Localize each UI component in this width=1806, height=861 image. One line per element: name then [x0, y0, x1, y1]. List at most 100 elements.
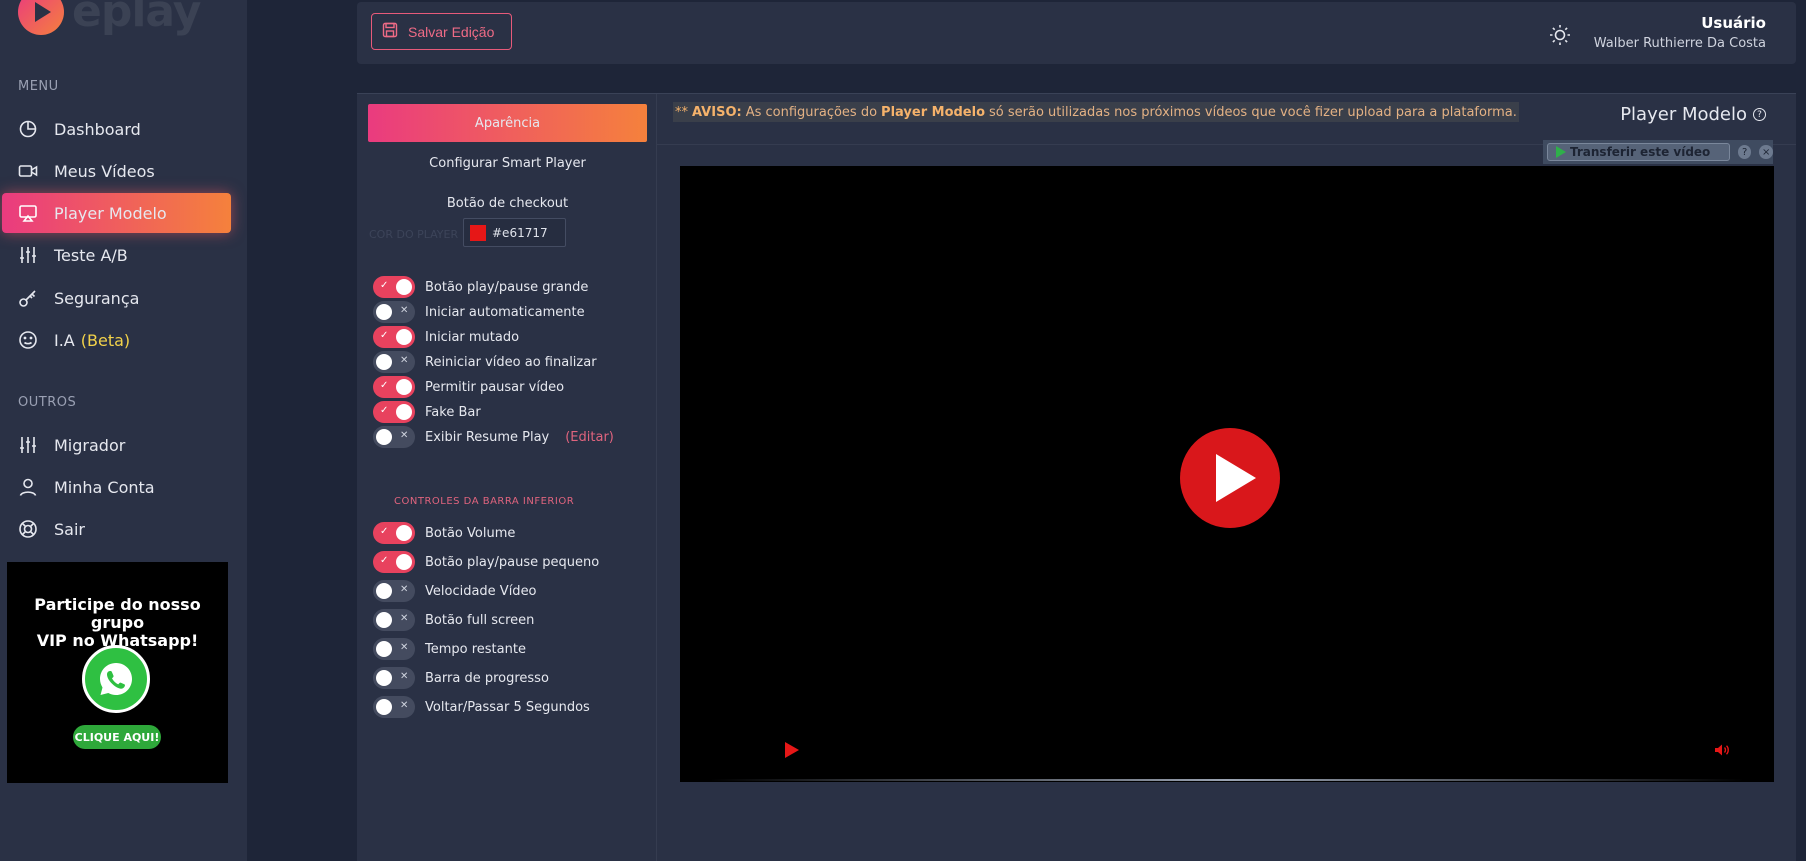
whatsapp-promo-banner[interactable]: Participe do nosso grupo VIP no Whatsapp… — [7, 562, 228, 783]
question-icon[interactable]: ? — [1737, 145, 1752, 159]
toggle-switch[interactable]: ✓ — [373, 326, 415, 348]
sidebar-item-label: Meus Vídeos — [54, 161, 155, 181]
toggle-label: Iniciar mutado — [425, 329, 520, 345]
sidebar-item-migrador[interactable]: Migrador — [2, 425, 231, 465]
toggle-switch[interactable]: ✕ — [373, 301, 415, 323]
sidebar-item-teste-ab[interactable]: Teste A/B — [2, 235, 231, 275]
sidebar-item-label: Player Modelo — [54, 203, 167, 223]
bottom-controls-heading: CONTROLES DA BARRA INFERIOR — [394, 496, 575, 507]
toggle-switch[interactable]: ✕ — [373, 696, 415, 718]
toggle-switch[interactable]: ✓ — [373, 522, 415, 544]
save-edit-button[interactable]: Salvar Edição — [371, 13, 512, 50]
toggle-label: Botão play/pause grande — [425, 279, 589, 295]
big-play-button[interactable] — [1180, 428, 1280, 528]
toggle-row: ✓ Botão play/pause grande — [373, 276, 588, 298]
toggle-knob — [376, 583, 392, 599]
toggle-row: ✕ Exibir Resume Play (Editar) — [373, 426, 614, 448]
tab-botao-checkout[interactable]: Botão de checkout — [368, 184, 647, 222]
toggle-switch[interactable]: ✕ — [373, 426, 415, 448]
video-player[interactable] — [680, 166, 1774, 782]
toggle-row: ✕ Iniciar automaticamente — [373, 301, 585, 323]
toggle-label: Reiniciar vídeo ao finalizar — [425, 354, 597, 370]
pie-chart-icon — [18, 119, 38, 139]
x-icon: ✕ — [400, 700, 409, 711]
player-color-picker[interactable]: #e61717 — [463, 218, 566, 247]
x-icon: ✕ — [400, 355, 409, 366]
x-icon: ✕ — [400, 430, 409, 441]
notice-text-end: só serão utilizadas nos próximos vídeos … — [989, 104, 1517, 120]
toggle-knob — [376, 354, 392, 370]
toggle-switch[interactable]: ✕ — [373, 667, 415, 689]
notice-prefix: ** — [675, 104, 688, 120]
toggle-switch[interactable]: ✓ — [373, 551, 415, 573]
toggle-switch[interactable]: ✕ — [373, 609, 415, 631]
x-icon: ✕ — [400, 671, 409, 682]
sun-icon[interactable] — [1549, 24, 1571, 46]
promo-title: Participe do nosso grupo VIP no Whatsapp… — [7, 596, 228, 650]
user-menu[interactable]: Usuário Walber Ruthierre Da Costa — [1594, 14, 1766, 51]
logo-icon — [18, 0, 64, 35]
whatsapp-icon — [82, 645, 150, 713]
toggle-knob — [376, 670, 392, 686]
help-icon[interactable]: ? — [1753, 108, 1766, 121]
toggle-row: ✓ Iniciar mutado — [373, 326, 519, 348]
toggle-switch[interactable]: ✕ — [373, 638, 415, 660]
sidebar-item-sair[interactable]: Sair — [2, 509, 231, 549]
x-icon: ✕ — [400, 305, 409, 316]
sidebar-item-label: Migrador — [54, 435, 126, 455]
player-model-panel: Aparência Configurar Smart Player Botão … — [357, 93, 1796, 861]
toggle-knob — [396, 554, 412, 570]
progress-bar[interactable] — [710, 779, 1744, 781]
check-icon: ✓ — [380, 380, 389, 391]
sidebar-item-dashboard[interactable]: Dashboard — [2, 109, 231, 149]
video-camera-icon — [18, 161, 38, 181]
sidebar-item-label: Teste A/B — [54, 245, 128, 265]
sidebar-item-label: Minha Conta — [54, 477, 155, 497]
toggle-label: Tempo restante — [425, 641, 526, 657]
toggle-row: ✕ Botão full screen — [373, 609, 534, 631]
check-icon: ✓ — [380, 555, 389, 566]
toggle-label: Permitir pausar vídeo — [425, 379, 565, 395]
toggle-switch[interactable]: ✓ — [373, 376, 415, 398]
promo-cta-button[interactable]: CLIQUE AQUI! — [73, 725, 161, 749]
tab-configurar-smart-player[interactable]: Configurar Smart Player — [368, 144, 647, 182]
settings-column: Aparência Configurar Smart Player Botão … — [357, 94, 657, 861]
toggle-switch[interactable]: ✕ — [373, 580, 415, 602]
transfer-video-button[interactable]: Transferir este vídeo — [1547, 143, 1730, 161]
toggle-row: ✕ Reiniciar vídeo ao finalizar — [373, 351, 597, 373]
sidebar-item-player-modelo[interactable]: Player Modelo — [2, 193, 231, 233]
volume-icon[interactable] — [1713, 741, 1731, 759]
save-icon — [382, 22, 398, 41]
toggle-row: ✓ Botão play/pause pequeno — [373, 551, 599, 573]
toggle-switch[interactable]: ✓ — [373, 276, 415, 298]
toggle-label: Botão full screen — [425, 612, 535, 628]
sidebar-item-meus-videos[interactable]: Meus Vídeos — [2, 151, 231, 191]
sidebar-item-label: I.A — [54, 330, 75, 350]
logo-text: eplay — [72, 0, 201, 37]
toggle-knob — [376, 699, 392, 715]
sidebar-item-seguranca[interactable]: Segurança — [2, 278, 231, 318]
toggle-row: ✕ Voltar/Passar 5 Segundos — [373, 696, 590, 718]
smile-icon — [18, 330, 38, 350]
toggle-switch[interactable]: ✕ — [373, 351, 415, 373]
toggle-label: Botão play/pause pequeno — [425, 554, 600, 570]
sidebar-item-minha-conta[interactable]: Minha Conta — [2, 467, 231, 507]
check-icon: ✓ — [380, 405, 389, 416]
sidebar-item-ia[interactable]: I.A (Beta) — [2, 320, 231, 360]
check-icon: ✓ — [380, 330, 389, 341]
x-icon: ✕ — [400, 642, 409, 653]
close-icon[interactable]: × — [1759, 145, 1773, 159]
sidebar-item-label: Dashboard — [54, 119, 141, 139]
beta-badge: (Beta) — [80, 330, 131, 350]
toggle-knob — [376, 641, 392, 657]
toggle-label: Botão Volume — [425, 525, 516, 541]
top-bar: Salvar Edição Usuário Walber Ruthierre D… — [357, 2, 1796, 64]
small-play-icon[interactable] — [785, 742, 799, 758]
toggle-label: Fake Bar — [425, 404, 481, 420]
brand-logo[interactable]: eplay — [18, 0, 201, 37]
menu-section-label: MENU — [18, 79, 59, 94]
user-title: Usuário — [1701, 14, 1766, 32]
toggle-switch[interactable]: ✓ — [373, 401, 415, 423]
tab-aparencia[interactable]: Aparência — [368, 104, 647, 142]
edit-resume-play-link[interactable]: (Editar) — [565, 430, 614, 445]
